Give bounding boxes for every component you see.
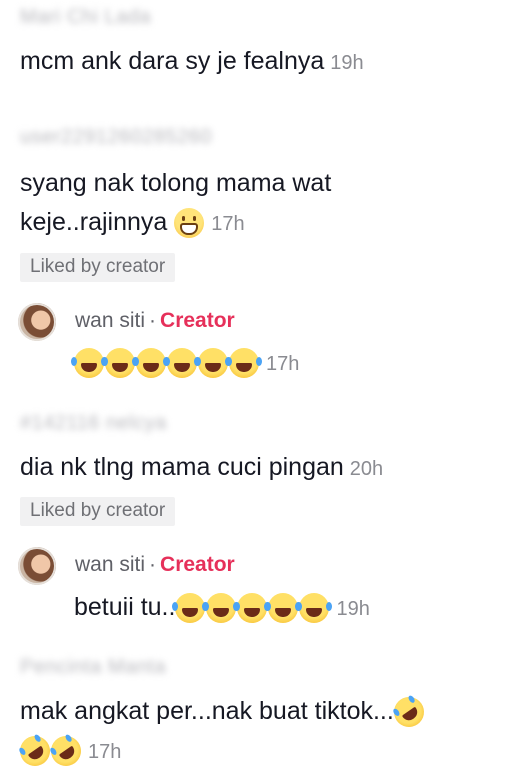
reply-username[interactable]: wan siti [75,309,145,332]
face-with-tears-of-joy-icon [296,593,330,624]
face-with-tears-of-joy-icon [133,348,166,379]
face-with-tears-of-joy-icon [203,593,237,624]
avatar[interactable] [18,303,56,341]
reply-body: betuii tu.. 19h [74,590,370,626]
face-with-tears-of-joy-icon [164,348,197,379]
comment-username[interactable]: #142116 nelcya [20,412,167,435]
face-with-tears-of-joy-icon [234,593,268,624]
face-with-tears-of-joy-icon [102,348,135,379]
liked-by-creator-badge: Liked by creator [20,253,176,282]
comment-time: 17h [211,213,245,235]
separator: · [149,309,157,332]
creator-badge: Creator [160,553,235,576]
comment-body: keje..rajinnya [20,208,168,236]
reply-body: 17h [71,345,300,381]
comment-username[interactable]: user2291260285260 [20,126,212,149]
comment-text-line1: mak angkat per...nak buat tiktok... [20,691,430,734]
grinning-face-icon [174,208,205,239]
face-with-tears-of-joy-icon [265,593,299,624]
comment-text: mcm ank dara sy je fealnya 19h [20,44,364,80]
comment-body: dia nk tlng mama cuci pingan [20,453,344,481]
comment-username[interactable]: Mari Chi Lada [20,6,151,29]
comment-username[interactable]: Pencinta Manta [20,656,166,679]
comment-body: mak angkat per...nak buat tiktok... [20,697,394,725]
reply-username[interactable]: wan siti [75,553,145,576]
comment-text-line2: keje..rajinnya 17h [20,205,245,241]
avatar[interactable] [18,547,56,585]
reply-text: betuii tu.. [74,593,176,621]
comment-time: 17h [88,741,122,763]
comment-text: dia nk tlng mama cuci pingan 20h [20,450,383,486]
comment-text-line1: syang nak tolong mama wat [20,169,332,197]
reply-header: wan siti · Creator [75,553,235,577]
separator: · [149,553,157,576]
creator-badge: Creator [160,309,235,332]
reply-time: 19h [336,598,370,620]
comment-time: 19h [330,52,364,74]
reply-time: 17h [266,353,300,375]
comment-time: 20h [349,458,384,480]
reply-header: wan siti · Creator [75,309,235,333]
face-with-tears-of-joy-icon [172,593,206,624]
liked-by-creator-badge: Liked by creator [20,497,176,526]
face-with-tears-of-joy-icon [71,348,104,379]
rolling-on-floor-laughing-icon [387,691,430,734]
rolling-on-floor-laughing-icon [45,730,87,773]
comment-text-line2: 17h [14,730,122,773]
face-with-tears-of-joy-icon [226,348,259,379]
comment-body: mcm ank dara sy je fealnya [20,47,325,75]
face-with-tears-of-joy-icon [195,348,228,379]
